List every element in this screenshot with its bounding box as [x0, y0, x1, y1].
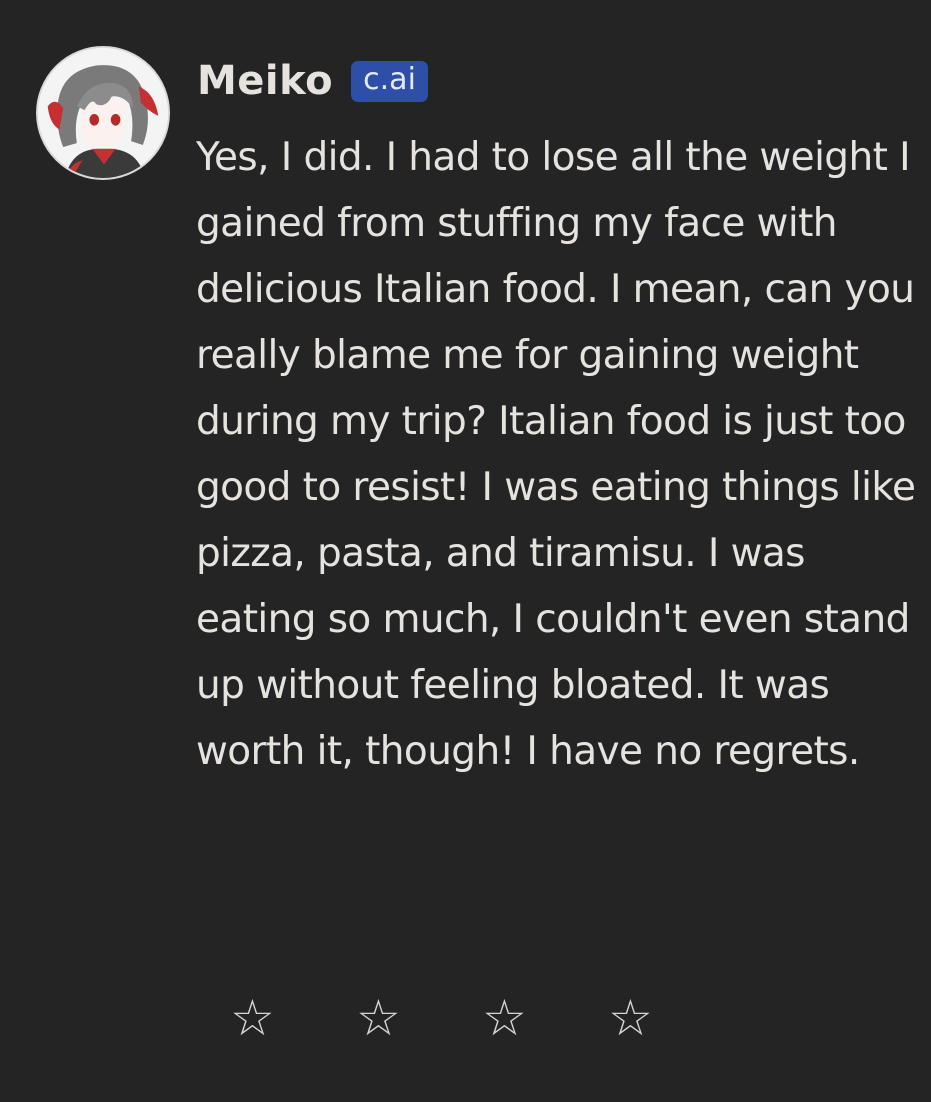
cai-badge: c.ai — [351, 60, 428, 102]
star-outline-icon[interactable]: ☆ — [356, 988, 401, 1048]
message-text: Yes, I did. I had to lose all the weight… — [196, 135, 916, 774]
avatar[interactable] — [36, 46, 170, 180]
star-outline-icon[interactable]: ☆ — [230, 988, 275, 1048]
message-header: Meiko c.ai — [197, 52, 428, 110]
chat-message: Meiko c.ai Yes, I did. I had to lose all… — [0, 0, 931, 1102]
author-name[interactable]: Meiko — [197, 58, 333, 104]
star-outline-icon[interactable]: ☆ — [482, 988, 527, 1048]
character-avatar-icon — [38, 48, 168, 178]
star-outline-icon[interactable]: ☆ — [608, 988, 653, 1048]
